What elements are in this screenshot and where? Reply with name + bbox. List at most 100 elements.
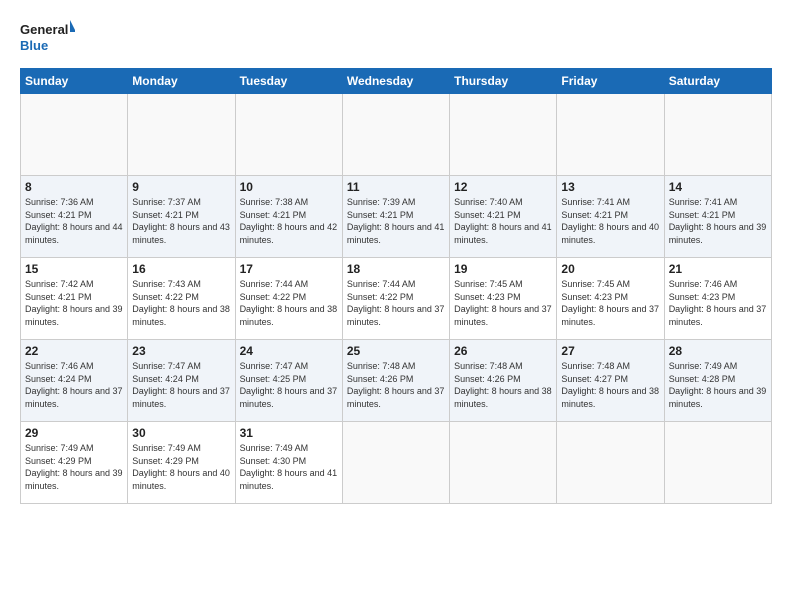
day-number: 21 [669, 262, 767, 276]
day-detail: Sunrise: 7:49 AMSunset: 4:28 PMDaylight:… [669, 361, 767, 409]
calendar-body: 8 Sunrise: 7:36 AMSunset: 4:21 PMDayligh… [21, 94, 772, 504]
col-friday: Friday [557, 69, 664, 94]
day-number: 27 [561, 344, 659, 358]
calendar-cell: 30 Sunrise: 7:49 AMSunset: 4:29 PMDaylig… [128, 422, 235, 504]
calendar-cell: 10 Sunrise: 7:38 AMSunset: 4:21 PMDaylig… [235, 176, 342, 258]
day-detail: Sunrise: 7:38 AMSunset: 4:21 PMDaylight:… [240, 197, 338, 245]
day-number: 29 [25, 426, 123, 440]
day-detail: Sunrise: 7:49 AMSunset: 4:29 PMDaylight:… [25, 443, 123, 491]
calendar-cell [664, 422, 771, 504]
col-thursday: Thursday [450, 69, 557, 94]
day-number: 17 [240, 262, 338, 276]
calendar-cell: 21 Sunrise: 7:46 AMSunset: 4:23 PMDaylig… [664, 258, 771, 340]
calendar-cell: 25 Sunrise: 7:48 AMSunset: 4:26 PMDaylig… [342, 340, 449, 422]
day-number: 30 [132, 426, 230, 440]
day-number: 28 [669, 344, 767, 358]
day-detail: Sunrise: 7:48 AMSunset: 4:26 PMDaylight:… [454, 361, 552, 409]
calendar-week-row: 29 Sunrise: 7:49 AMSunset: 4:29 PMDaylig… [21, 422, 772, 504]
calendar-cell: 14 Sunrise: 7:41 AMSunset: 4:21 PMDaylig… [664, 176, 771, 258]
day-detail: Sunrise: 7:40 AMSunset: 4:21 PMDaylight:… [454, 197, 552, 245]
day-detail: Sunrise: 7:41 AMSunset: 4:21 PMDaylight:… [669, 197, 767, 245]
col-saturday: Saturday [664, 69, 771, 94]
col-sunday: Sunday [21, 69, 128, 94]
day-detail: Sunrise: 7:44 AMSunset: 4:22 PMDaylight:… [347, 279, 445, 327]
calendar-header: Sunday Monday Tuesday Wednesday Thursday… [21, 69, 772, 94]
calendar-cell: 19 Sunrise: 7:45 AMSunset: 4:23 PMDaylig… [450, 258, 557, 340]
calendar-week-row: 15 Sunrise: 7:42 AMSunset: 4:21 PMDaylig… [21, 258, 772, 340]
day-detail: Sunrise: 7:49 AMSunset: 4:29 PMDaylight:… [132, 443, 230, 491]
calendar-week-row [21, 94, 772, 176]
calendar-cell [557, 94, 664, 176]
calendar-cell [450, 94, 557, 176]
day-number: 13 [561, 180, 659, 194]
calendar-cell: 18 Sunrise: 7:44 AMSunset: 4:22 PMDaylig… [342, 258, 449, 340]
day-number: 19 [454, 262, 552, 276]
calendar-table: Sunday Monday Tuesday Wednesday Thursday… [20, 68, 772, 504]
day-number: 12 [454, 180, 552, 194]
day-number: 25 [347, 344, 445, 358]
calendar-cell [235, 94, 342, 176]
calendar-cell: 23 Sunrise: 7:47 AMSunset: 4:24 PMDaylig… [128, 340, 235, 422]
day-detail: Sunrise: 7:43 AMSunset: 4:22 PMDaylight:… [132, 279, 230, 327]
calendar-cell: 24 Sunrise: 7:47 AMSunset: 4:25 PMDaylig… [235, 340, 342, 422]
calendar-cell: 16 Sunrise: 7:43 AMSunset: 4:22 PMDaylig… [128, 258, 235, 340]
svg-text:Blue: Blue [20, 38, 48, 53]
calendar-week-row: 8 Sunrise: 7:36 AMSunset: 4:21 PMDayligh… [21, 176, 772, 258]
day-number: 11 [347, 180, 445, 194]
calendar-cell: 22 Sunrise: 7:46 AMSunset: 4:24 PMDaylig… [21, 340, 128, 422]
day-number: 16 [132, 262, 230, 276]
day-detail: Sunrise: 7:45 AMSunset: 4:23 PMDaylight:… [561, 279, 659, 327]
day-detail: Sunrise: 7:47 AMSunset: 4:25 PMDaylight:… [240, 361, 338, 409]
day-detail: Sunrise: 7:44 AMSunset: 4:22 PMDaylight:… [240, 279, 338, 327]
calendar-cell [128, 94, 235, 176]
day-detail: Sunrise: 7:48 AMSunset: 4:27 PMDaylight:… [561, 361, 659, 409]
calendar-cell: 17 Sunrise: 7:44 AMSunset: 4:22 PMDaylig… [235, 258, 342, 340]
day-number: 22 [25, 344, 123, 358]
day-number: 15 [25, 262, 123, 276]
calendar-cell: 26 Sunrise: 7:48 AMSunset: 4:26 PMDaylig… [450, 340, 557, 422]
calendar-week-row: 22 Sunrise: 7:46 AMSunset: 4:24 PMDaylig… [21, 340, 772, 422]
logo: General Blue [20, 18, 75, 58]
svg-text:General: General [20, 22, 68, 37]
calendar-cell [342, 94, 449, 176]
day-number: 31 [240, 426, 338, 440]
calendar-cell: 13 Sunrise: 7:41 AMSunset: 4:21 PMDaylig… [557, 176, 664, 258]
day-detail: Sunrise: 7:39 AMSunset: 4:21 PMDaylight:… [347, 197, 445, 245]
calendar-cell: 20 Sunrise: 7:45 AMSunset: 4:23 PMDaylig… [557, 258, 664, 340]
calendar-cell [557, 422, 664, 504]
calendar-cell [342, 422, 449, 504]
day-number: 10 [240, 180, 338, 194]
calendar-cell: 29 Sunrise: 7:49 AMSunset: 4:29 PMDaylig… [21, 422, 128, 504]
calendar-cell: 8 Sunrise: 7:36 AMSunset: 4:21 PMDayligh… [21, 176, 128, 258]
calendar-cell: 9 Sunrise: 7:37 AMSunset: 4:21 PMDayligh… [128, 176, 235, 258]
day-number: 26 [454, 344, 552, 358]
day-number: 9 [132, 180, 230, 194]
calendar-cell [21, 94, 128, 176]
calendar-page: General Blue Sunday Monday Tuesday Wedne… [0, 0, 792, 612]
day-number: 23 [132, 344, 230, 358]
day-number: 8 [25, 180, 123, 194]
col-wednesday: Wednesday [342, 69, 449, 94]
col-monday: Monday [128, 69, 235, 94]
day-detail: Sunrise: 7:47 AMSunset: 4:24 PMDaylight:… [132, 361, 230, 409]
day-detail: Sunrise: 7:45 AMSunset: 4:23 PMDaylight:… [454, 279, 552, 327]
day-number: 24 [240, 344, 338, 358]
day-detail: Sunrise: 7:49 AMSunset: 4:30 PMDaylight:… [240, 443, 338, 491]
calendar-cell: 12 Sunrise: 7:40 AMSunset: 4:21 PMDaylig… [450, 176, 557, 258]
day-number: 20 [561, 262, 659, 276]
day-number: 14 [669, 180, 767, 194]
calendar-cell: 11 Sunrise: 7:39 AMSunset: 4:21 PMDaylig… [342, 176, 449, 258]
day-detail: Sunrise: 7:46 AMSunset: 4:24 PMDaylight:… [25, 361, 123, 409]
calendar-cell: 27 Sunrise: 7:48 AMSunset: 4:27 PMDaylig… [557, 340, 664, 422]
logo-svg: General Blue [20, 18, 75, 58]
calendar-cell: 15 Sunrise: 7:42 AMSunset: 4:21 PMDaylig… [21, 258, 128, 340]
header-row: Sunday Monday Tuesday Wednesday Thursday… [21, 69, 772, 94]
calendar-cell [664, 94, 771, 176]
day-detail: Sunrise: 7:37 AMSunset: 4:21 PMDaylight:… [132, 197, 230, 245]
day-detail: Sunrise: 7:48 AMSunset: 4:26 PMDaylight:… [347, 361, 445, 409]
calendar-cell: 28 Sunrise: 7:49 AMSunset: 4:28 PMDaylig… [664, 340, 771, 422]
calendar-cell [450, 422, 557, 504]
day-detail: Sunrise: 7:41 AMSunset: 4:21 PMDaylight:… [561, 197, 659, 245]
calendar-cell: 31 Sunrise: 7:49 AMSunset: 4:30 PMDaylig… [235, 422, 342, 504]
day-detail: Sunrise: 7:42 AMSunset: 4:21 PMDaylight:… [25, 279, 123, 327]
